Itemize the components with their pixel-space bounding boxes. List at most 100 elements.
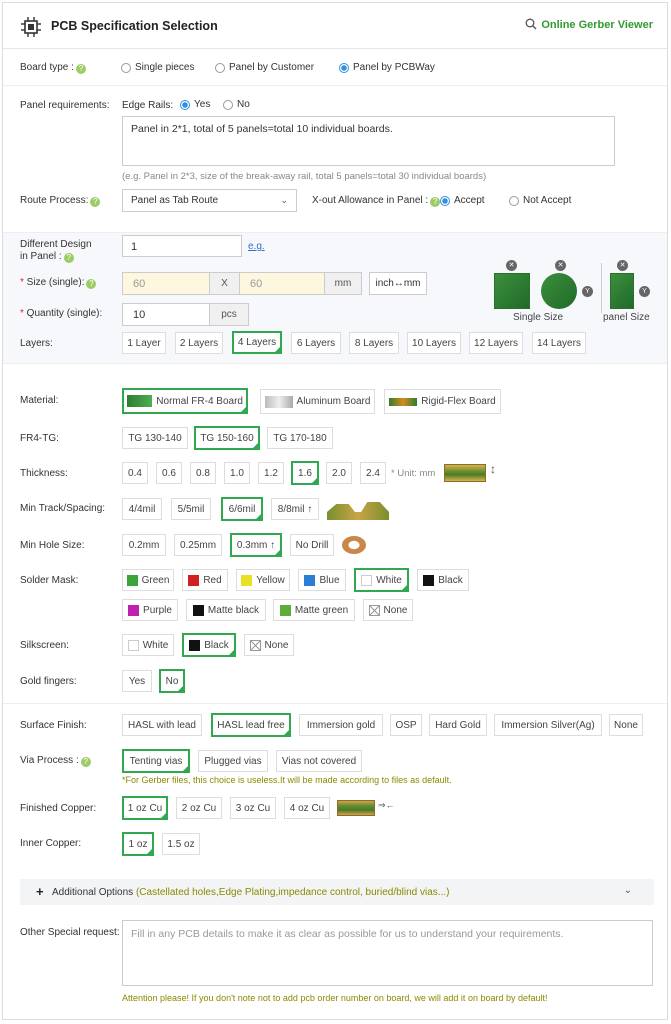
- mask-black[interactable]: Black: [417, 569, 469, 591]
- tg-170-180[interactable]: TG 170-180: [267, 427, 333, 449]
- online-gerber-viewer-link[interactable]: Online Gerber Viewer: [525, 18, 653, 31]
- layer-option-8[interactable]: 8 Layers: [349, 332, 399, 354]
- layer-option-4[interactable]: 4 Layers: [232, 331, 282, 354]
- copper-3oz[interactable]: 3 oz Cu: [230, 797, 276, 819]
- mask-matte-black[interactable]: Matte black: [186, 599, 266, 621]
- thickness-1-0[interactable]: 1.0: [224, 462, 250, 484]
- help-icon[interactable]: ?: [86, 279, 97, 289]
- edge-rails-label: Edge Rails:: [122, 100, 174, 111]
- quantity-unit: pcs: [209, 303, 249, 326]
- material-fr4-label: Normal FR-4 Board: [156, 395, 243, 407]
- layer-option-6[interactable]: 6 Layers: [291, 332, 341, 354]
- layer-option-14[interactable]: 14 Layers: [532, 332, 586, 354]
- gold-yes[interactable]: Yes: [122, 670, 152, 692]
- different-design-input[interactable]: 1: [122, 235, 242, 257]
- layer-option-12[interactable]: 12 Layers: [469, 332, 523, 354]
- mask-matte-green[interactable]: Matte green: [273, 599, 355, 621]
- different-design-line1: Different Design: [20, 239, 92, 250]
- layer-option-1[interactable]: 1 Layer: [122, 332, 166, 354]
- layer-option-10[interactable]: 10 Layers: [407, 332, 461, 354]
- special-request-textarea[interactable]: Fill in any PCB details to make it as cl…: [122, 920, 653, 986]
- via-plugged[interactable]: Plugged vias: [198, 750, 268, 772]
- additional-options-toggle[interactable]: + Additional Options (Castellated holes,…: [20, 879, 654, 905]
- required-mark: *: [20, 277, 27, 288]
- inner-1oz[interactable]: 1 oz: [122, 832, 154, 856]
- help-icon[interactable]: ?: [80, 757, 91, 767]
- eg-link[interactable]: e.g.: [248, 241, 265, 252]
- radio-panel-by-customer[interactable]: Panel by Customer: [215, 62, 314, 73]
- via-not-covered[interactable]: Vias not covered: [276, 750, 362, 772]
- tg-150-160[interactable]: TG 150-160: [194, 426, 260, 450]
- none-swatch-icon: [368, 604, 380, 616]
- copper-1oz[interactable]: 1 oz Cu: [122, 796, 168, 820]
- radio-not-accept[interactable]: Not Accept: [509, 195, 571, 206]
- thickness-1-2[interactable]: 1.2: [258, 462, 284, 484]
- radio-single-pieces[interactable]: Single pieces: [121, 62, 194, 73]
- mask-none[interactable]: None: [363, 599, 413, 621]
- finish-immersion-gold[interactable]: Immersion gold: [299, 714, 383, 736]
- silk-none[interactable]: None: [244, 634, 294, 656]
- height-input[interactable]: 60: [239, 272, 325, 295]
- finish-hasl-lead-free[interactable]: HASL lead free: [211, 713, 291, 737]
- material-fr4[interactable]: Normal FR-4 Board: [122, 388, 248, 414]
- copper-4oz[interactable]: 4 oz Cu: [284, 797, 330, 819]
- width-input[interactable]: 60: [122, 272, 210, 295]
- finish-none[interactable]: None: [609, 714, 643, 736]
- thickness-2-0[interactable]: 2.0: [326, 462, 352, 484]
- help-icon[interactable]: ?: [75, 64, 86, 74]
- finish-hasl-lead[interactable]: HASL with lead: [122, 714, 202, 736]
- mask-yellow[interactable]: Yellow: [236, 569, 290, 591]
- hole-0-2[interactable]: 0.2mm: [122, 534, 166, 556]
- help-icon[interactable]: ?: [90, 197, 101, 207]
- track-5-5[interactable]: 5/5mil: [171, 498, 211, 520]
- via-tenting[interactable]: Tenting vias: [122, 749, 190, 773]
- mask-purple[interactable]: Purple: [122, 599, 178, 621]
- hole-no-drill[interactable]: No Drill: [290, 534, 334, 556]
- finish-osp[interactable]: OSP: [390, 714, 422, 736]
- track-8-8[interactable]: 8/8mil ↑: [271, 498, 319, 520]
- inch-mm-toggle[interactable]: inch↔mm: [369, 272, 427, 295]
- fr4tg-label: FR4-TG:: [20, 433, 59, 444]
- thickness-1-6[interactable]: 1.6: [291, 461, 319, 485]
- radio-accept[interactable]: Accept: [440, 195, 485, 206]
- layer-option-2[interactable]: 2 Layers: [175, 332, 223, 354]
- material-aluminum[interactable]: Aluminum Board: [260, 389, 375, 414]
- help-icon[interactable]: ?: [63, 253, 74, 263]
- hole-0-25[interactable]: 0.25mm: [174, 534, 222, 556]
- radio-edge-yes[interactable]: Yes: [180, 99, 210, 110]
- red-swatch: [188, 574, 200, 586]
- inner-1-5oz[interactable]: 1.5 oz: [162, 833, 200, 855]
- thickness-2-4[interactable]: 2.4: [360, 462, 386, 484]
- white-swatch: [361, 574, 373, 586]
- gold-no[interactable]: No: [159, 669, 185, 693]
- xout-label: X-out Allowance in Panel :?: [312, 195, 441, 207]
- silk-white[interactable]: White: [122, 634, 174, 656]
- route-process-select[interactable]: Panel as Tab Route ⌄: [122, 189, 297, 212]
- silk-black[interactable]: Black: [182, 633, 236, 657]
- track-4-4[interactable]: 4/4mil: [122, 498, 162, 520]
- finish-hard-gold[interactable]: Hard Gold: [429, 714, 487, 736]
- panel-requirements-textarea[interactable]: Panel in 2*1, total of 5 panels=total 10…: [122, 116, 615, 166]
- mask-green[interactable]: Green: [122, 569, 174, 591]
- quantity-input[interactable]: 10: [122, 303, 210, 326]
- track-6-6[interactable]: 6/6mil: [221, 497, 263, 521]
- required-mark: *: [20, 308, 27, 319]
- via-label-text: Via Process :: [20, 755, 79, 766]
- solder-mask-label: Solder Mask:: [20, 575, 79, 586]
- radio-edge-no[interactable]: No: [223, 99, 250, 110]
- radio-panel-by-pcbway[interactable]: Panel by PCBWay: [339, 62, 435, 73]
- finish-immersion-silver[interactable]: Immersion Silver(Ag): [494, 714, 602, 736]
- thickness-0-6[interactable]: 0.6: [156, 462, 182, 484]
- mask-white[interactable]: White: [354, 568, 409, 592]
- material-label: Material:: [20, 395, 59, 406]
- divider: [3, 703, 667, 704]
- mask-blue[interactable]: Blue: [298, 569, 346, 591]
- thickness-0-8[interactable]: 0.8: [190, 462, 216, 484]
- mask-red[interactable]: Red: [182, 569, 228, 591]
- tg-130-140[interactable]: TG 130-140: [122, 427, 188, 449]
- copper-2oz[interactable]: 2 oz Cu: [176, 797, 222, 819]
- material-rigid-flex[interactable]: Rigid-Flex Board: [384, 389, 501, 414]
- help-icon[interactable]: ?: [430, 197, 441, 207]
- thickness-0-4[interactable]: 0.4: [122, 462, 148, 484]
- hole-0-3[interactable]: 0.3mm ↑: [230, 533, 282, 557]
